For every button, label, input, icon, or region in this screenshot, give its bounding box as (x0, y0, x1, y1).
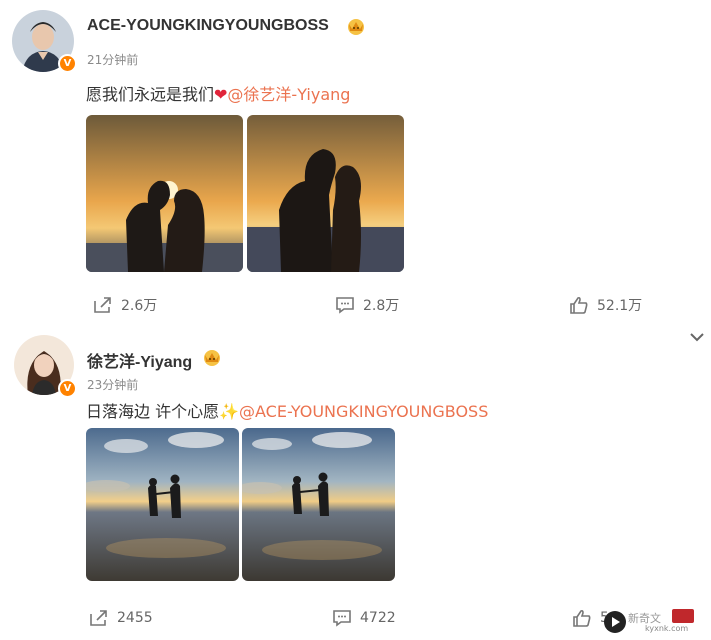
share-button[interactable]: 2455 (89, 609, 153, 627)
heart-emoji: ❤ (214, 85, 228, 104)
verified-badge: V (58, 379, 77, 398)
weibo-post: V ACE-YOUNGKINGYOUNGBOSS 21分钟前 愿我们永远是我们❤… (0, 0, 711, 325)
author-name[interactable]: 徐艺洋-Yiyang (87, 348, 192, 372)
post-text: 愿我们永远是我们❤@徐艺洋-Yiyang (86, 81, 350, 105)
comment-count: 2.8万 (363, 298, 400, 314)
post-image[interactable] (247, 115, 404, 272)
mention-link[interactable]: @徐艺洋-Yiyang (227, 85, 350, 104)
crown-icon (204, 350, 220, 366)
post-time: 23分钟前 (87, 378, 139, 392)
comment-count: 4722 (360, 610, 396, 626)
share-count: 2.6万 (121, 298, 158, 314)
thumbs-up-icon (570, 296, 588, 314)
post-image[interactable] (86, 115, 243, 272)
post-text-body: 愿我们永远是我们 (86, 85, 215, 104)
post-text-body: 日落海边 许个心愿 (86, 402, 220, 421)
comment-button[interactable]: 2.8万 (335, 295, 399, 315)
comment-icon (333, 610, 351, 627)
mention-link[interactable]: @ACE-YOUNGKINGYOUNGBOSS (239, 402, 488, 421)
post-image[interactable] (86, 428, 239, 581)
share-button[interactable]: 2.6万 (93, 295, 157, 315)
thumbs-up-icon (573, 609, 591, 627)
comment-icon (336, 297, 354, 314)
sparkles-emoji: ✨ (219, 402, 240, 421)
share-count: 2455 (117, 610, 153, 626)
like-button[interactable]: 52.1万 (569, 295, 642, 315)
comment-button[interactable]: 4722 (332, 609, 396, 627)
watermark-url: kyxnk.com (645, 624, 689, 633)
post-time: 21分钟前 (87, 53, 139, 67)
watermark-stamp (672, 609, 694, 623)
post-image[interactable] (242, 428, 395, 581)
post-text: 日落海边 许个心愿✨@ACE-YOUNGKINGYOUNGBOSS (86, 398, 488, 422)
like-count: 52.1万 (597, 298, 643, 314)
share-icon (94, 297, 111, 313)
crown-icon (348, 19, 364, 35)
verified-badge: V (58, 54, 77, 73)
share-icon (90, 610, 107, 626)
weibo-post: V 徐艺洋-Yiyang 23分钟前 日落海边 许个心愿✨@ACE-YOUNGK… (0, 325, 711, 640)
play-icon[interactable] (604, 611, 626, 633)
author-name[interactable]: ACE-YOUNGKINGYOUNGBOSS (87, 17, 329, 35)
